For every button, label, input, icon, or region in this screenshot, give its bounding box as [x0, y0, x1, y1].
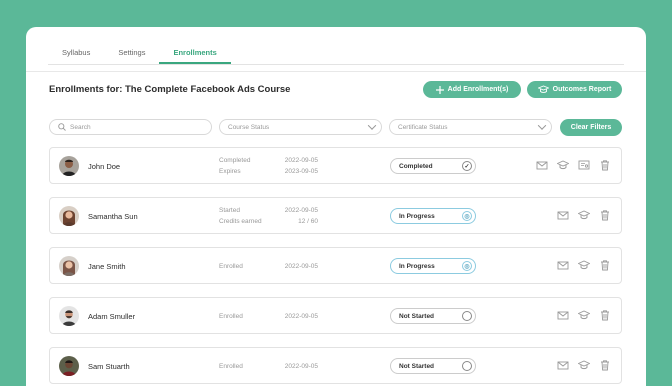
table-row: John Doe Completed 2022-09-05 Expires 20…	[49, 147, 622, 184]
status-label: In Progress	[399, 212, 435, 220]
trash-icon[interactable]	[599, 159, 611, 171]
status-select[interactable]: Completed ✓	[390, 158, 476, 174]
enrollee-name: Jane Smith	[88, 262, 126, 271]
search-input[interactable]: Search	[49, 119, 212, 135]
graduation-cap-icon	[537, 85, 549, 93]
row-actions	[536, 159, 611, 171]
meta-label: Expires	[219, 168, 241, 175]
check-icon: ✓	[462, 161, 472, 171]
meta-value: 12 / 60	[298, 218, 318, 225]
mail-icon[interactable]	[557, 259, 569, 271]
certificate-icon[interactable]	[578, 159, 590, 171]
add-enrollment-button[interactable]: Add Enrollment(s)	[423, 81, 521, 98]
graduation-cap-icon[interactable]	[557, 159, 569, 171]
table-row: Samantha Sun Started 2022-09-05 Credits …	[49, 197, 622, 234]
enrollments-card: Syllabus Settings Enrollments Enrollment…	[26, 27, 646, 386]
status-select[interactable]: Not Started	[390, 308, 476, 324]
meta-label: Credits earned	[219, 218, 262, 225]
row-actions	[557, 209, 611, 221]
meta-label: Enrolled	[219, 363, 243, 370]
avatar	[59, 156, 79, 176]
status-label: Not Started	[399, 362, 435, 370]
enrollee-name: John Doe	[88, 162, 121, 171]
meta-value: 2022-09-05	[284, 363, 318, 370]
enrollee-name: Samantha Sun	[88, 212, 138, 221]
meta-value: 2022-09-05	[284, 157, 318, 164]
empty-circle-icon	[462, 311, 472, 321]
table-row: Sam Stuarth Enrolled 2022-09-05 Not Star…	[49, 347, 622, 384]
page-title: Enrollments for: The Complete Facebook A…	[49, 84, 291, 95]
row-actions	[557, 309, 611, 321]
certificate-status-select[interactable]: Certificate Status	[389, 119, 552, 135]
status-label: In Progress	[399, 262, 435, 270]
graduation-cap-icon[interactable]	[578, 259, 590, 271]
mail-icon[interactable]	[536, 159, 548, 171]
trash-icon[interactable]	[599, 359, 611, 371]
row-actions	[557, 259, 611, 271]
outcomes-report-label: Outcomes Report	[552, 86, 612, 93]
outcomes-report-button[interactable]: Outcomes Report	[527, 81, 622, 98]
status-label: Not Started	[399, 312, 435, 320]
meta-value: 2022-09-05	[284, 207, 318, 214]
avatar	[59, 356, 79, 376]
enrollee-name: Sam Stuarth	[88, 362, 130, 371]
header-divider	[26, 71, 646, 72]
course-status-placeholder: Course Status	[228, 123, 270, 131]
trash-icon[interactable]	[599, 209, 611, 221]
course-status-select[interactable]: Course Status	[219, 119, 382, 135]
enrollee-name: Adam Smuller	[88, 312, 136, 321]
progress-icon: ◎	[462, 211, 472, 221]
tab-bar: Syllabus Settings Enrollments	[48, 41, 624, 65]
status-select[interactable]: Not Started	[390, 358, 476, 374]
meta-value: 2023-09-05	[284, 168, 318, 175]
status-select[interactable]: In Progress ◎	[390, 258, 476, 274]
mail-icon[interactable]	[557, 359, 569, 371]
table-row: Jane Smith Enrolled 2022-09-05 In Progre…	[49, 247, 622, 284]
empty-circle-icon	[462, 361, 472, 371]
status-label: Completed	[399, 162, 433, 170]
tab-syllabus[interactable]: Syllabus	[48, 41, 104, 64]
plus-icon	[435, 85, 444, 94]
trash-icon[interactable]	[599, 309, 611, 321]
tab-settings[interactable]: Settings	[104, 41, 159, 64]
meta-label: Enrolled	[219, 263, 243, 270]
add-enrollment-label: Add Enrollment(s)	[447, 86, 509, 93]
meta-value: 2022-09-05	[284, 263, 318, 270]
avatar	[59, 306, 79, 326]
certificate-status-placeholder: Certificate Status	[398, 123, 448, 131]
meta-value: 2022-09-05	[284, 313, 318, 320]
avatar	[59, 206, 79, 226]
graduation-cap-icon[interactable]	[578, 309, 590, 321]
avatar	[59, 256, 79, 276]
trash-icon[interactable]	[599, 259, 611, 271]
meta-label: Started	[219, 207, 240, 214]
search-icon	[58, 123, 66, 131]
search-placeholder: Search	[70, 123, 91, 131]
meta-label: Completed	[219, 157, 251, 164]
graduation-cap-icon[interactable]	[578, 209, 590, 221]
chevron-down-icon	[367, 121, 377, 130]
tab-enrollments[interactable]: Enrollments	[159, 41, 231, 64]
table-row: Adam Smuller Enrolled 2022-09-05 Not Sta…	[49, 297, 622, 334]
row-actions	[557, 359, 611, 371]
mail-icon[interactable]	[557, 309, 569, 321]
mail-icon[interactable]	[557, 209, 569, 221]
meta-label: Enrolled	[219, 313, 243, 320]
clear-filters-button[interactable]: Clear Filters	[560, 119, 622, 136]
chevron-down-icon	[537, 121, 547, 130]
progress-icon: ◎	[462, 261, 472, 271]
graduation-cap-icon[interactable]	[578, 359, 590, 371]
status-select[interactable]: In Progress ◎	[390, 208, 476, 224]
